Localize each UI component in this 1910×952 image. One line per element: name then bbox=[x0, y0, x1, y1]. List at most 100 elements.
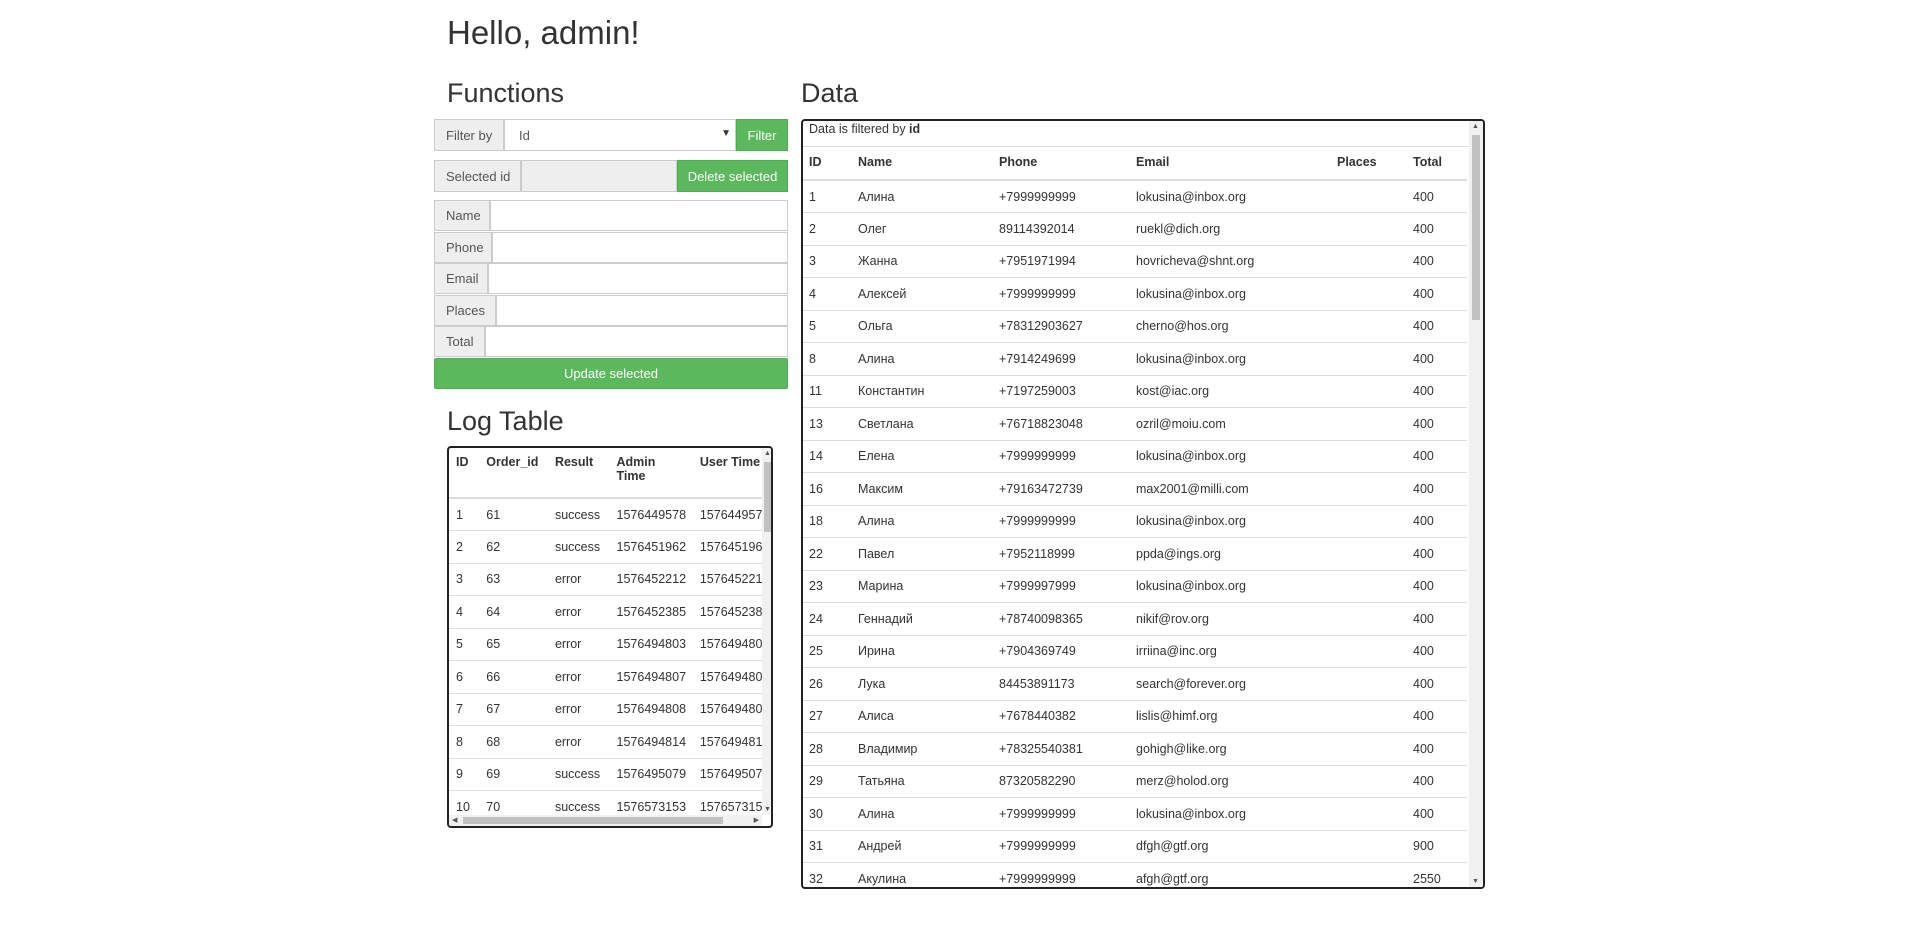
log-table-row[interactable]: 161success15764495781576449578 bbox=[449, 497, 762, 531]
log-cell: 1576573153 bbox=[692, 790, 762, 815]
places-input[interactable] bbox=[496, 294, 788, 326]
log-table-row[interactable]: 464error15764523851576452385 bbox=[449, 595, 762, 628]
data-cell bbox=[1331, 732, 1407, 765]
data-table-row[interactable]: 1 Алина +7999999999 lokusina@inbox.org 400 bbox=[803, 179, 1467, 213]
log-cell: 1576494808 bbox=[609, 692, 693, 726]
log-table-row[interactable]: 1070success15765731531576573153 bbox=[449, 790, 762, 815]
horizontal-scroll-thumb[interactable] bbox=[463, 817, 723, 824]
data-cell bbox=[1331, 569, 1407, 603]
data-cell: lokusina@inbox.org bbox=[1130, 277, 1331, 310]
data-cell: Алексей bbox=[852, 277, 993, 310]
data-cell: Ирина bbox=[852, 634, 993, 668]
greeting-title: Hello, admin! bbox=[447, 14, 640, 51]
data-cell bbox=[1331, 244, 1407, 278]
chevron-down-icon: ▼ bbox=[721, 128, 731, 139]
data-cell: 87320582290 bbox=[993, 764, 1130, 798]
data-cell: 400 bbox=[1407, 797, 1467, 830]
field-group-email: Email bbox=[434, 263, 788, 294]
data-table-row[interactable]: 32 Акулина +7999999999 afgh@gtf.org 2550 bbox=[803, 862, 1467, 887]
data-cell: nikif@rov.org bbox=[1130, 602, 1331, 635]
data-table-vertical-scrollbar[interactable]: ▲ ▼ bbox=[1469, 121, 1483, 887]
data-cell: 400 bbox=[1407, 407, 1467, 440]
data-table-row[interactable]: 5 Ольга +78312903627 cherno@hos.org 400 bbox=[803, 309, 1467, 343]
data-table-row[interactable]: 13 Светлана +76718823048 ozril@moiu.com 400 bbox=[803, 407, 1467, 440]
data-column-header: Places bbox=[1331, 147, 1407, 181]
data-column-header: Total bbox=[1407, 147, 1467, 181]
data-column-header: ID bbox=[803, 147, 852, 181]
data-table-row[interactable]: 4 Алексей +7999999999 lokusina@inbox.org 400 bbox=[803, 277, 1467, 310]
data-table-row[interactable]: 18 Алина +7999999999 lokusina@inbox.org 400 bbox=[803, 504, 1467, 538]
log-table-row[interactable]: 363error15764522121576452212 bbox=[449, 562, 762, 596]
selected-id-field[interactable] bbox=[521, 160, 677, 192]
vertical-scroll-thumb[interactable] bbox=[1472, 135, 1480, 320]
phone-input[interactable] bbox=[492, 231, 788, 263]
log-cell: 1576452212 bbox=[692, 562, 762, 596]
data-cell: 18 bbox=[803, 504, 852, 538]
filter-select[interactable]: Id ▼ bbox=[504, 119, 736, 151]
data-table-row[interactable]: 26 Лука 84453891173 search@forever.org 400 bbox=[803, 667, 1467, 700]
data-table-row[interactable]: 24 Геннадий +78740098365 nikif@rov.org 400 bbox=[803, 602, 1467, 635]
field-label-email: Email bbox=[434, 263, 488, 294]
log-cell: 1576452385 bbox=[609, 595, 693, 628]
data-table-row[interactable]: 31 Андрей +7999999999 dfgh@gtf.org 900 bbox=[803, 829, 1467, 863]
log-cell: 1576452385 bbox=[692, 595, 762, 628]
data-table-row[interactable]: 3 Жанна +7951971994 hovricheva@shnt.org 400 bbox=[803, 244, 1467, 278]
log-table-panel: ID Order_id Result Admin Time User Time 1 61 s… bbox=[447, 446, 773, 828]
data-table-row[interactable]: 22 Павел +7952118999 ppda@ings.org 400 bbox=[803, 537, 1467, 570]
data-table-row[interactable]: 2 Олег 89114392014 ruekl@dich.org 400 bbox=[803, 212, 1467, 245]
data-cell bbox=[1331, 602, 1407, 635]
data-cell: +7999999999 bbox=[993, 829, 1130, 863]
log-cell: 70 bbox=[479, 790, 548, 815]
log-column-header: Order_id bbox=[479, 448, 548, 499]
data-cell: 400 bbox=[1407, 374, 1467, 408]
data-table-row[interactable]: 14 Елена +7999999999 lokusina@inbox.org 400 bbox=[803, 439, 1467, 473]
data-cell: 400 bbox=[1407, 569, 1467, 603]
log-cell: error bbox=[547, 725, 610, 758]
data-table-row[interactable]: 8 Алина +7914249699 lokusina@inbox.org 400 bbox=[803, 342, 1467, 375]
log-table-row[interactable]: 666error15764948071576494807 bbox=[449, 660, 762, 693]
filter-button[interactable]: Filter bbox=[736, 119, 788, 151]
data-table-row[interactable]: 25 Ирина +7904369749 irriina@inc.org 400 bbox=[803, 634, 1467, 668]
log-cell: 8 bbox=[449, 725, 480, 758]
data-table-row[interactable]: 16 Максим +79163472739 max2001@milli.com 400 bbox=[803, 472, 1467, 505]
log-cell: 1576495079 bbox=[692, 757, 762, 791]
email-input[interactable] bbox=[488, 263, 788, 294]
log-column-header: ID bbox=[449, 448, 480, 499]
delete-selected-button[interactable]: Delete selected bbox=[677, 160, 788, 192]
data-table-row[interactable]: 30 Алина +7999999999 lokusina@inbox.org 400 bbox=[803, 797, 1467, 830]
log-cell: 69 bbox=[479, 757, 548, 791]
update-selected-button[interactable]: Update selected bbox=[434, 358, 788, 389]
data-cell: lokusina@inbox.org bbox=[1130, 504, 1331, 538]
log-table-row[interactable]: 969success15764950791576495079 bbox=[449, 757, 762, 791]
data-cell: 400 bbox=[1407, 699, 1467, 733]
log-table-row[interactable]: 767error15764948081576494808 bbox=[449, 692, 762, 726]
data-cell: 900 bbox=[1407, 829, 1467, 863]
data-table-row[interactable]: 23 Марина +7999997999 lokusina@inbox.org 400 bbox=[803, 569, 1467, 603]
filter-note-field: id bbox=[909, 122, 921, 136]
data-cell: +78312903627 bbox=[993, 309, 1130, 343]
log-cell: 3 bbox=[449, 562, 480, 596]
data-table-row[interactable]: 28 Владимир +78325540381 gohigh@like.org 400 bbox=[803, 732, 1467, 765]
total-input[interactable] bbox=[485, 326, 788, 357]
log-cell: error bbox=[547, 595, 610, 628]
vertical-scroll-thumb[interactable] bbox=[764, 462, 771, 532]
log-column-header: User Time bbox=[692, 448, 762, 499]
data-table-row[interactable]: 27 Алиса +7678440382 lislis@himf.org 400 bbox=[803, 699, 1467, 733]
log-table-horizontal-scrollbar[interactable]: ◀ ▶ bbox=[449, 815, 762, 826]
scroll-down-icon: ▼ bbox=[1472, 878, 1479, 885]
data-cell: Алина bbox=[852, 504, 993, 538]
data-column-header: Phone bbox=[993, 147, 1130, 181]
log-table-row[interactable]: 868error15764948141576494814 bbox=[449, 725, 762, 758]
data-cell: 22 bbox=[803, 537, 852, 570]
log-table-vertical-scrollbar[interactable]: ▲ ▼ bbox=[762, 448, 771, 815]
data-cell bbox=[1331, 667, 1407, 700]
data-table-row[interactable]: 29 Татьяна 87320582290 merz@holod.org 400 bbox=[803, 764, 1467, 798]
log-table-row[interactable]: 262success15764519621576451962 bbox=[449, 530, 762, 563]
log-cell: error bbox=[547, 627, 610, 661]
data-table-row[interactable]: 11 Константин +7197259003 kost@iac.org 400 bbox=[803, 374, 1467, 408]
log-table-row[interactable]: 565error15764948031576494803 bbox=[449, 627, 762, 661]
data-cell: 2 bbox=[803, 212, 852, 245]
data-cell: merz@holod.org bbox=[1130, 764, 1331, 798]
filter-select-value: Id bbox=[519, 127, 530, 143]
name-input[interactable] bbox=[490, 200, 788, 231]
